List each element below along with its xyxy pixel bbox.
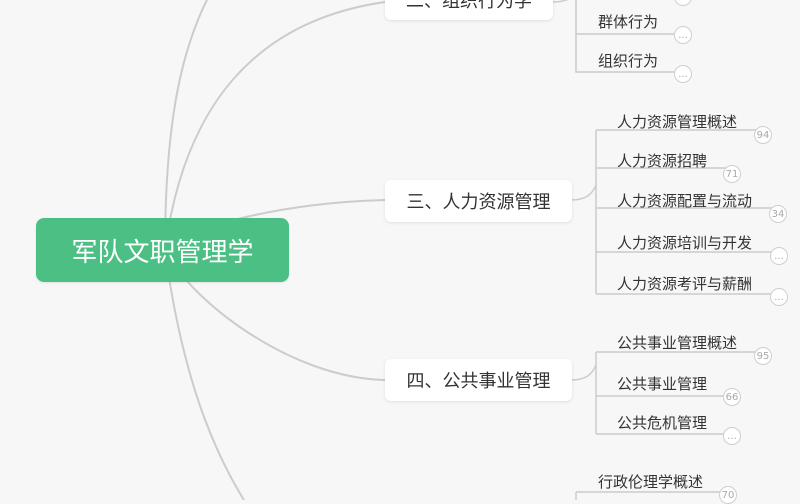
leaf-hr-training[interactable]: 人力资源培训与开发: [617, 232, 752, 253]
count-badge[interactable]: 34: [769, 205, 787, 223]
collapse-badge[interactable]: ...: [723, 427, 741, 445]
leaf-org-behavior[interactable]: 组织行为: [598, 50, 658, 71]
leaf-group-behavior[interactable]: 群体行为: [598, 11, 658, 32]
count-badge[interactable]: 71: [723, 165, 741, 183]
leaf-public-overview[interactable]: 公共事业管理概述: [617, 332, 737, 353]
collapse-badge[interactable]: ...: [674, 65, 692, 83]
count-badge[interactable]: 94: [754, 126, 772, 144]
collapse-badge[interactable]: ...: [770, 247, 788, 265]
leaf-hr-recruitment[interactable]: 人力资源招聘: [617, 150, 707, 171]
collapse-badge[interactable]: ...: [674, 26, 692, 44]
leaf-public-crisis[interactable]: 公共危机管理: [617, 412, 707, 433]
count-badge[interactable]: 95: [754, 347, 772, 365]
leaf-hr-evaluation[interactable]: 人力资源考评与薪酬: [617, 273, 752, 294]
branch-human-resources[interactable]: 三、人力资源管理: [385, 180, 572, 222]
count-badge[interactable]: 70: [719, 486, 737, 504]
leaf-hr-overview[interactable]: 人力资源管理概述: [617, 111, 737, 132]
root-node[interactable]: 军队文职管理学: [36, 218, 289, 282]
collapse-badge[interactable]: ...: [770, 288, 788, 306]
leaf-public-management[interactable]: 公共事业管理: [617, 373, 707, 394]
branch-organizational-behavior[interactable]: 二、组织行为学: [385, 0, 553, 20]
branch-public-affairs[interactable]: 四、公共事业管理: [385, 359, 572, 401]
count-badge[interactable]: 66: [723, 388, 741, 406]
leaf-hr-allocation[interactable]: 人力资源配置与流动: [617, 190, 752, 211]
leaf-admin-ethics[interactable]: 行政伦理学概述: [598, 471, 703, 492]
